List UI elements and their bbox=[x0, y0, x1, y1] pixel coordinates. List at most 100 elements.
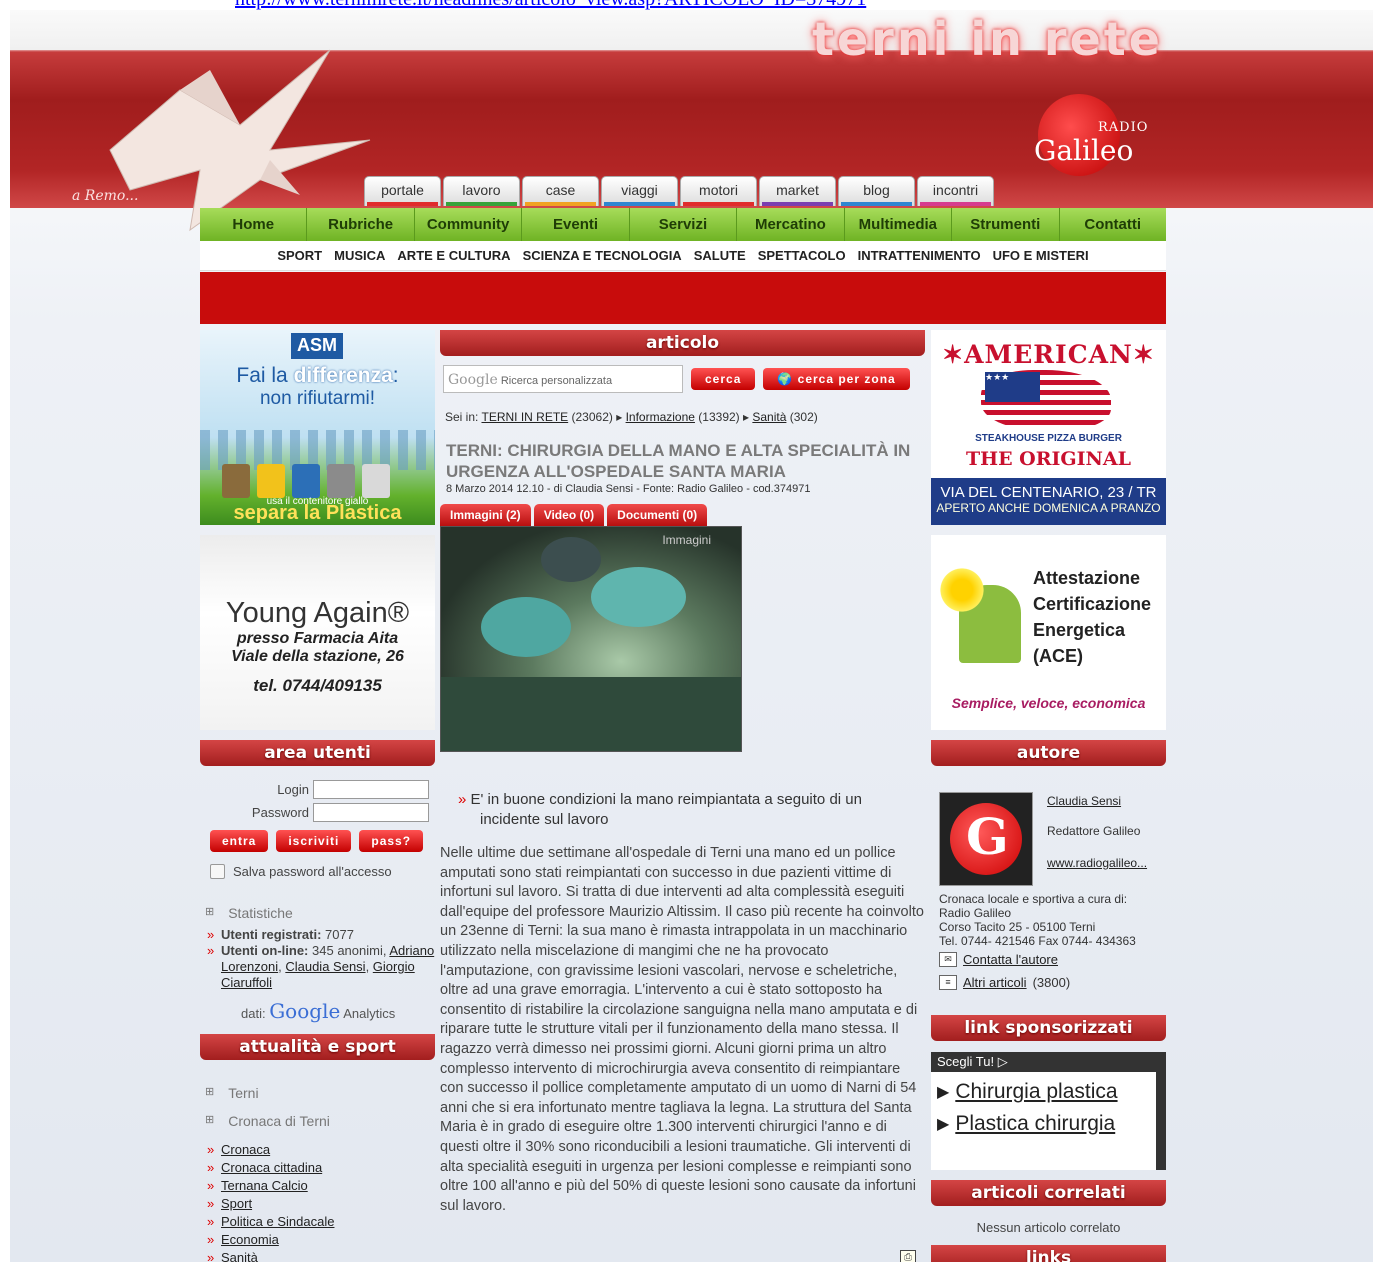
online-user-link[interactable]: Claudia Sensi bbox=[285, 959, 365, 974]
enter-button[interactable]: entra bbox=[210, 830, 269, 852]
page-url[interactable]: http://www.ternimrete.it/headlines/artic… bbox=[235, 0, 866, 10]
ad-ace[interactable]: Attestazione Certificazione Energetica (… bbox=[931, 535, 1166, 730]
search-button[interactable]: cerca bbox=[691, 368, 756, 390]
nav-multimedia[interactable]: Multimedia bbox=[845, 208, 953, 241]
category-musica[interactable]: MUSICA bbox=[334, 241, 385, 270]
asm-logo: ASM bbox=[291, 333, 343, 359]
radio-galileo-logo[interactable]: RADIO Galileo bbox=[1030, 90, 1160, 190]
search-input[interactable]: Google Ricerca personalizzata bbox=[443, 365, 683, 393]
category-ufo-misteri[interactable]: UFO E MISTERI bbox=[993, 241, 1089, 270]
category-intrattenimento[interactable]: INTRATTENIMENTO bbox=[858, 241, 981, 270]
expand-icon[interactable]: ⊞ bbox=[205, 1113, 214, 1129]
category-arte-cultura[interactable]: ARTE E CULTURA bbox=[397, 241, 510, 270]
search-zone-button[interactable]: 🌍 cerca per zona bbox=[763, 368, 910, 390]
ad-young-again[interactable]: Young Again® presso Farmacia Aita Viale … bbox=[200, 535, 435, 730]
media-tabs: Immagini (2) Video (0) Documenti (0) bbox=[440, 504, 708, 526]
asm-subline: non rifiutarmi! bbox=[259, 388, 376, 409]
stats-header: Statistiche bbox=[228, 905, 293, 921]
tab-market[interactable]: market bbox=[759, 176, 836, 206]
save-password-checkbox[interactable] bbox=[210, 864, 225, 879]
tab-incontri[interactable]: incontri bbox=[917, 176, 994, 206]
young-title: Young Again® bbox=[225, 597, 410, 629]
ad-asm[interactable]: ASM Fai la differenza: non rifiutarmi! u… bbox=[200, 330, 435, 525]
news-link[interactable]: Cronaca cittadina bbox=[221, 1160, 322, 1175]
category-salute[interactable]: SALUTE bbox=[694, 241, 746, 270]
article-photo[interactable]: Immagini bbox=[440, 526, 742, 752]
news-link[interactable]: Sanità bbox=[221, 1250, 258, 1262]
news-group-cronaca[interactable]: Cronaca di Terni bbox=[228, 1113, 330, 1129]
author-avatar[interactable] bbox=[939, 792, 1033, 886]
sponsored-link[interactable]: Plastica chirurgia bbox=[955, 1112, 1115, 1136]
tab-blog[interactable]: blog bbox=[838, 176, 915, 206]
password-input[interactable] bbox=[313, 803, 429, 822]
url-bar: http://www.ternimrete.it/headlines/artic… bbox=[0, 0, 1373, 10]
nav-eventi[interactable]: Eventi bbox=[522, 208, 630, 241]
print-icon[interactable]: ⎙ bbox=[900, 1250, 916, 1262]
young-line1: presso Farmacia Aita bbox=[236, 630, 399, 647]
radio-logo-name: Galileo bbox=[1034, 134, 1134, 167]
recycle-bins-icon bbox=[222, 464, 390, 498]
search-bar: Google Ricerca personalizzata cerca 🌍 ce… bbox=[443, 365, 910, 393]
nav-servizi[interactable]: Servizi bbox=[630, 208, 738, 241]
google-analytics-badge: dati: Google Analytics bbox=[241, 999, 396, 1023]
play-icon: ▷ bbox=[997, 1054, 1008, 1069]
arrow-icon: ▶ bbox=[937, 1116, 950, 1133]
breadcrumb-link[interactable]: Sanità bbox=[752, 410, 786, 424]
other-articles-link[interactable]: Altri articoli bbox=[963, 975, 1027, 990]
author-website-link[interactable]: www.radiogalileo... bbox=[1047, 856, 1147, 870]
tab-portale[interactable]: portale bbox=[364, 176, 441, 206]
register-button[interactable]: iscriviti bbox=[276, 830, 352, 852]
expand-icon[interactable]: ⊞ bbox=[205, 905, 214, 921]
login-form: Login Password entra iscriviti pass? Sal… bbox=[200, 780, 435, 879]
news-link[interactable]: Cronaca bbox=[221, 1142, 270, 1157]
site-header: terni in rete a Remo... RADIO Galileo po… bbox=[10, 10, 1373, 232]
breadcrumb-link[interactable]: TERNI IN RETE bbox=[481, 410, 568, 424]
login-input[interactable] bbox=[313, 780, 429, 799]
online-label: Utenti on-line: bbox=[221, 943, 309, 958]
category-sport[interactable]: SPORT bbox=[277, 241, 322, 270]
ad-american[interactable]: ✶AMERICAN✶ STEAKHOUSE PIZZA BURGER THE O… bbox=[931, 330, 1166, 525]
tab-case[interactable]: case bbox=[522, 176, 599, 206]
nav-mercatino[interactable]: Mercatino bbox=[737, 208, 845, 241]
author-name-link[interactable]: Claudia Sensi bbox=[1047, 794, 1121, 808]
asm-headline: Fai la differenza: bbox=[236, 364, 399, 387]
tab-documents[interactable]: Documenti (0) bbox=[607, 504, 708, 526]
tab-viaggi[interactable]: viaggi bbox=[601, 176, 678, 206]
author-role: Redattore Galileo bbox=[1047, 824, 1141, 838]
tab-video[interactable]: Video (0) bbox=[533, 504, 605, 526]
young-line2: Viale della stazione, 26 bbox=[231, 648, 404, 665]
statistics: ⊞ Statistiche Utenti registrati: 7077 Ute… bbox=[200, 905, 435, 1023]
american-title: ✶AMERICAN✶ bbox=[942, 340, 1155, 369]
news-link[interactable]: Ternana Calcio bbox=[221, 1178, 308, 1193]
tab-motori[interactable]: motori bbox=[680, 176, 757, 206]
tab-lavoro[interactable]: lavoro bbox=[443, 176, 520, 206]
news-group-terni[interactable]: Terni bbox=[228, 1085, 258, 1101]
forgot-password-button[interactable]: pass? bbox=[359, 830, 424, 852]
sponsored-bar[interactable]: Scegli Tu! ▷ bbox=[931, 1052, 1156, 1072]
site-title[interactable]: terni in rete bbox=[812, 12, 1163, 66]
globe-icon: 🌍 bbox=[777, 372, 798, 386]
ace-slogan: Semplice, veloce, economica bbox=[951, 695, 1146, 711]
breadcrumb: Sei in: TERNI IN RETE (23062) ▸ Informaz… bbox=[445, 410, 818, 424]
category-scienza-tecnologia[interactable]: SCIENZA E TECNOLOGIA bbox=[523, 241, 682, 270]
news-link[interactable]: Politica e Sindacale bbox=[221, 1214, 334, 1229]
breadcrumb-link[interactable]: Informazione bbox=[626, 410, 695, 424]
tab-images[interactable]: Immagini (2) bbox=[440, 504, 531, 526]
articles-icon: ≡ bbox=[939, 975, 957, 990]
expand-icon[interactable]: ⊞ bbox=[205, 1085, 214, 1101]
contact-author-link[interactable]: Contatta l'autore bbox=[963, 952, 1058, 967]
american-address: VIA DEL CENTENARIO, 23 / TR bbox=[940, 484, 1157, 501]
news-link[interactable]: Economia bbox=[221, 1232, 279, 1247]
nav-home[interactable]: Home bbox=[200, 208, 308, 241]
nav-strumenti[interactable]: Strumenti bbox=[952, 208, 1060, 241]
category-spettacolo[interactable]: SPETTACOLO bbox=[758, 241, 846, 270]
nav-rubriche[interactable]: Rubriche bbox=[307, 208, 415, 241]
nav-community[interactable]: Community bbox=[415, 208, 523, 241]
autore-header: autore bbox=[931, 740, 1166, 766]
nav-contatti[interactable]: Contatti bbox=[1060, 208, 1166, 241]
news-link[interactable]: Sport bbox=[221, 1196, 252, 1211]
sponsored-link[interactable]: Chirurgia plastica bbox=[955, 1080, 1117, 1104]
article-meta: 8 Marzo 2014 12.10 - di Claudia Sensi - … bbox=[446, 483, 811, 495]
links-header: links bbox=[931, 1245, 1166, 1262]
news-list: ⊞ Terni ⊞ Cronaca di Terni Cronaca Cronaca… bbox=[200, 1085, 435, 1262]
